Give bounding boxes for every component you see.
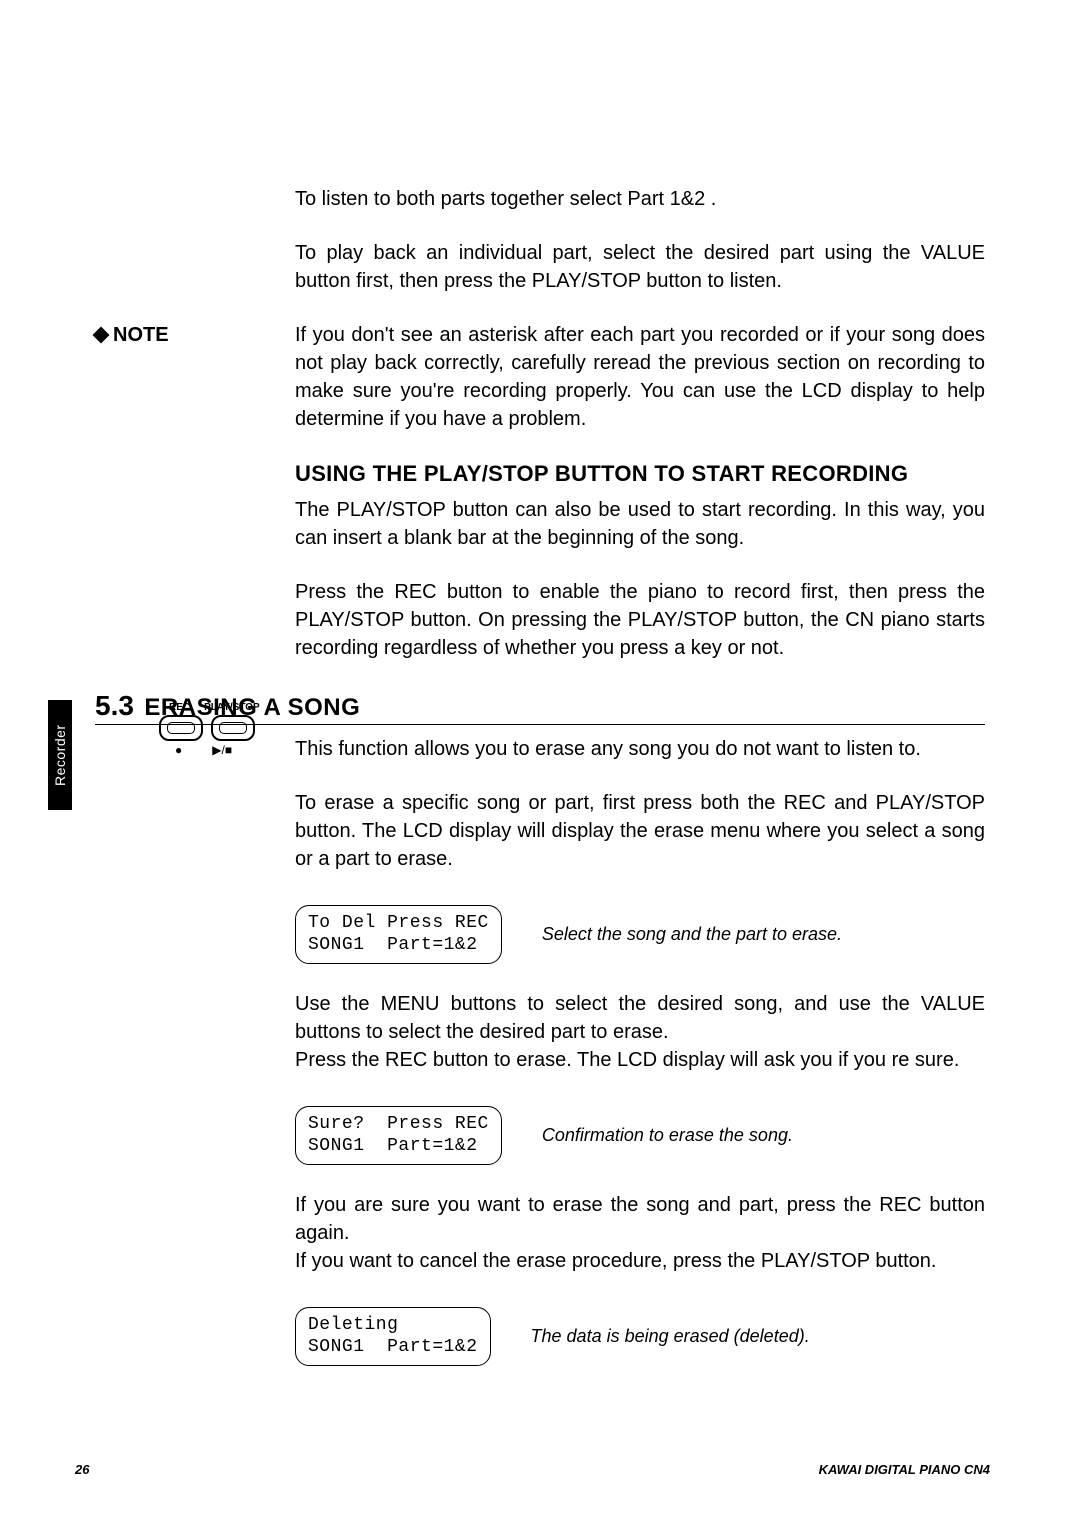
erase-p3b: Press the REC button to erase. The LCD d…	[295, 1046, 985, 1074]
lcd3-line2: SONG1 Part=1&2	[308, 1337, 478, 1357]
lcd-display-3: Deleting SONG1 Part=1&2	[295, 1307, 491, 1366]
erase-p3: Use the MENU buttons to select the desir…	[295, 990, 985, 1046]
lcd1-caption: Select the song and the part to erase.	[542, 922, 842, 947]
rec-label: REC	[169, 702, 190, 713]
lcd2-caption: Confirmation to erase the song.	[542, 1123, 793, 1148]
playstop-label: PLAY/STOP	[204, 702, 260, 713]
para-playback-individual: To play back an individual part, select …	[295, 239, 985, 295]
lcd3-line1: Deleting	[308, 1315, 398, 1335]
lcd-display-1: To Del Press REC SONG1 Part=1&2	[295, 905, 502, 964]
rec-button-icon	[159, 715, 203, 741]
side-tab-recorder: Recorder	[48, 700, 72, 810]
para-playstop-1: The PLAY/STOP button can also be used to…	[295, 496, 985, 552]
para-playstop-2: Press the REC button to enable the piano…	[295, 578, 985, 662]
footer-product: KAWAI DIGITAL PIANO CN4	[819, 1462, 990, 1477]
lcd-display-2: Sure? Press REC SONG1 Part=1&2	[295, 1106, 502, 1165]
note-label-text: NOTE	[113, 321, 169, 349]
rec-symbol-icon: ●	[175, 743, 182, 757]
erase-p4: If you are sure you want to erase the so…	[295, 1191, 985, 1247]
lcd1-line1: To Del Press REC	[308, 913, 489, 933]
lcd3-caption: The data is being erased (deleted).	[531, 1324, 810, 1349]
section-number: 5.3	[95, 690, 134, 721]
note-label: NOTE	[95, 321, 169, 349]
note-text: If you don't see an asterisk after each …	[295, 324, 985, 430]
erase-p4b: If you want to cancel the erase procedur…	[295, 1247, 985, 1275]
page-number: 26	[75, 1462, 89, 1477]
playstop-symbol-icon: ▶/■	[212, 743, 232, 757]
subheading-playstop: USING THE PLAY/STOP BUTTON TO START RECO…	[295, 459, 985, 490]
diamond-icon	[93, 327, 110, 344]
erase-p2: To erase a specific song or part, first …	[295, 789, 985, 873]
rec-playstop-diagram: REC PLAY/STOP ● ▶/■	[155, 702, 285, 757]
lcd2-line2: SONG1 Part=1&2	[308, 1136, 478, 1156]
para-listen-both: To listen to both parts together select …	[295, 185, 985, 213]
playstop-button-icon	[211, 715, 255, 741]
lcd2-line1: Sure? Press REC	[308, 1114, 489, 1134]
erase-p1: This function allows you to erase any so…	[295, 735, 985, 763]
lcd1-line2: SONG1 Part=1&2	[308, 935, 478, 955]
